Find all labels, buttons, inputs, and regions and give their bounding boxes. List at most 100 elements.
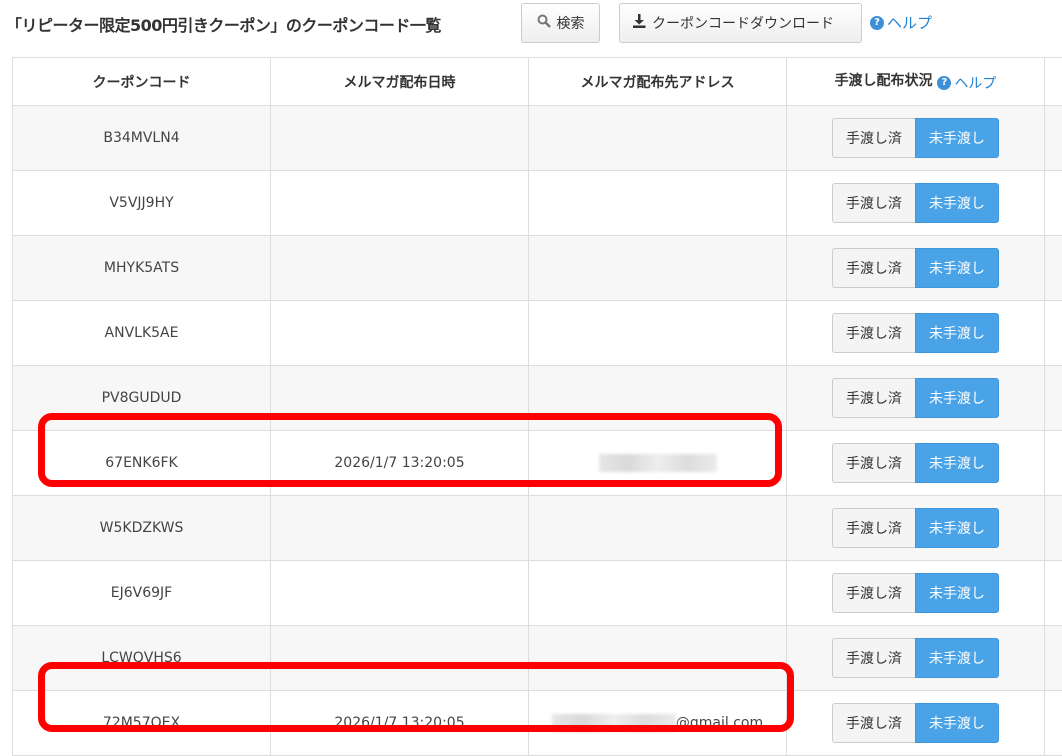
handover-status-cell: 手渡し済未手渡し bbox=[787, 106, 1045, 171]
mail-address-cell bbox=[529, 236, 787, 301]
handed-over-button[interactable]: 手渡し済 bbox=[832, 508, 915, 548]
handover-status-cell: 手渡し済未手渡し bbox=[787, 496, 1045, 561]
mail-address-cell bbox=[529, 106, 787, 171]
handed-over-button[interactable]: 手渡し済 bbox=[832, 313, 915, 353]
not-handed-over-button[interactable]: 未手渡し bbox=[915, 378, 999, 418]
table-row: 72M57QEX2026/1/7 13:20:05@gmail.com 手渡し済未… bbox=[13, 691, 1062, 756]
download-button-label: クーポンコードダウンロード bbox=[652, 13, 834, 33]
coupon-code-cell: LCWQVHS6 bbox=[13, 626, 271, 691]
mail-date-cell bbox=[271, 236, 529, 301]
handed-over-button[interactable]: 手渡し済 bbox=[832, 703, 915, 743]
handed-over-button[interactable]: 手渡し済 bbox=[832, 638, 915, 678]
table-row: 67ENK6FK2026/1/7 13:20:05手渡し済未手渡し bbox=[13, 431, 1062, 496]
handover-status-cell: 手渡し済未手渡し bbox=[787, 366, 1045, 431]
mail-date-cell: 2026/1/7 13:20:05 bbox=[271, 691, 529, 756]
extra-cell bbox=[1045, 431, 1062, 496]
coupon-table: クーポンコード メルマガ配布日時 メルマガ配布先アドレス 手渡し配布状況 ? ヘ… bbox=[12, 57, 1062, 756]
handover-status-cell: 手渡し済未手渡し bbox=[787, 301, 1045, 366]
column-header-code: クーポンコード bbox=[13, 58, 271, 106]
coupon-code-cell: MHYK5ATS bbox=[13, 236, 271, 301]
extra-cell bbox=[1045, 691, 1062, 756]
mail-date-cell bbox=[271, 561, 529, 626]
column-header-extra bbox=[1045, 58, 1062, 106]
coupon-code-cell: PV8GUDUD bbox=[13, 366, 271, 431]
extra-cell bbox=[1045, 106, 1062, 171]
table-header-row: クーポンコード メルマガ配布日時 メルマガ配布先アドレス 手渡し配布状況 ? ヘ… bbox=[13, 58, 1062, 106]
handover-status-cell: 手渡し済未手渡し bbox=[787, 561, 1045, 626]
table-row: MHYK5ATS 手渡し済未手渡し bbox=[13, 236, 1062, 301]
status-help-link[interactable]: ? ヘルプ bbox=[937, 73, 996, 93]
handover-toggle: 手渡し済未手渡し bbox=[832, 703, 999, 743]
handover-toggle: 手渡し済未手渡し bbox=[832, 573, 999, 613]
mail-address-cell bbox=[529, 171, 787, 236]
table-row: B34MVLN4 手渡し済未手渡し bbox=[13, 106, 1062, 171]
handover-toggle: 手渡し済未手渡し bbox=[832, 378, 999, 418]
download-button[interactable]: クーポンコードダウンロード bbox=[619, 3, 862, 43]
not-handed-over-button[interactable]: 未手渡し bbox=[915, 248, 999, 288]
table-row: PV8GUDUD 手渡し済未手渡し bbox=[13, 366, 1062, 431]
mail-date-cell bbox=[271, 496, 529, 561]
not-handed-over-button[interactable]: 未手渡し bbox=[915, 703, 999, 743]
table-row: EJ6V69JF 手渡し済未手渡し bbox=[13, 561, 1062, 626]
not-handed-over-button[interactable]: 未手渡し bbox=[915, 118, 999, 158]
not-handed-over-button[interactable]: 未手渡し bbox=[915, 573, 999, 613]
handover-status-cell: 手渡し済未手渡し bbox=[787, 691, 1045, 756]
table-row: ANVLK5AE 手渡し済未手渡し bbox=[13, 301, 1062, 366]
search-icon bbox=[537, 14, 551, 32]
handed-over-button[interactable]: 手渡し済 bbox=[832, 248, 915, 288]
mail-date-cell bbox=[271, 626, 529, 691]
handover-status-cell: 手渡し済未手渡し bbox=[787, 431, 1045, 496]
mail-address-cell bbox=[529, 496, 787, 561]
mail-address-cell: @gmail.com bbox=[529, 691, 787, 756]
coupon-code-cell: EJ6V69JF bbox=[13, 561, 271, 626]
not-handed-over-button[interactable]: 未手渡し bbox=[915, 183, 999, 223]
page-header: 「リピーター限定500円引きクーポン」のクーポンコード一覧 検索 クーポンコード… bbox=[0, 0, 1062, 56]
column-header-date: メルマガ配布日時 bbox=[271, 58, 529, 106]
column-header-email: メルマガ配布先アドレス bbox=[529, 58, 787, 106]
search-button-label: 検索 bbox=[557, 13, 585, 33]
help-link-label: ヘルプ bbox=[887, 12, 932, 33]
mail-address-cell bbox=[529, 366, 787, 431]
coupon-code-cell: ANVLK5AE bbox=[13, 301, 271, 366]
help-circle-icon: ? bbox=[937, 76, 951, 90]
handover-toggle: 手渡し済未手渡し bbox=[832, 508, 999, 548]
handover-status-cell: 手渡し済未手渡し bbox=[787, 171, 1045, 236]
handover-toggle: 手渡し済未手渡し bbox=[832, 183, 999, 223]
handover-toggle: 手渡し済未手渡し bbox=[832, 443, 999, 483]
not-handed-over-button[interactable]: 未手渡し bbox=[915, 638, 999, 678]
handed-over-button[interactable]: 手渡し済 bbox=[832, 573, 915, 613]
handed-over-button[interactable]: 手渡し済 bbox=[832, 118, 915, 158]
coupon-code-cell: B34MVLN4 bbox=[13, 106, 271, 171]
not-handed-over-button[interactable]: 未手渡し bbox=[915, 443, 999, 483]
handed-over-button[interactable]: 手渡し済 bbox=[832, 443, 915, 483]
handover-toggle: 手渡し済未手渡し bbox=[832, 118, 999, 158]
handover-status-cell: 手渡し済未手渡し bbox=[787, 236, 1045, 301]
not-handed-over-button[interactable]: 未手渡し bbox=[915, 313, 999, 353]
help-link[interactable]: ? ヘルプ bbox=[870, 12, 932, 33]
column-header-status-label: 手渡し配布状況 bbox=[835, 73, 933, 89]
mail-address-cell bbox=[529, 561, 787, 626]
coupon-code-cell: W5KDZKWS bbox=[13, 496, 271, 561]
handed-over-button[interactable]: 手渡し済 bbox=[832, 378, 915, 418]
not-handed-over-button[interactable]: 未手渡し bbox=[915, 508, 999, 548]
redacted-email bbox=[599, 454, 717, 472]
extra-cell bbox=[1045, 171, 1062, 236]
mail-date-cell bbox=[271, 301, 529, 366]
mail-address-cell bbox=[529, 626, 787, 691]
extra-cell bbox=[1045, 626, 1062, 691]
help-circle-icon: ? bbox=[870, 16, 884, 30]
mail-address-cell bbox=[529, 301, 787, 366]
column-header-status: 手渡し配布状況 ? ヘルプ bbox=[787, 58, 1045, 106]
page-title: 「リピーター限定500円引きクーポン」のクーポンコード一覧 bbox=[6, 12, 441, 36]
table-row: W5KDZKWS 手渡し済未手渡し bbox=[13, 496, 1062, 561]
handover-toggle: 手渡し済未手渡し bbox=[832, 313, 999, 353]
handed-over-button[interactable]: 手渡し済 bbox=[832, 183, 915, 223]
coupon-code-cell: 72M57QEX bbox=[13, 691, 271, 756]
table-row: V5VJJ9HY手渡し済未手渡し bbox=[13, 171, 1062, 236]
redacted-email bbox=[552, 714, 676, 732]
search-button[interactable]: 検索 bbox=[521, 3, 600, 43]
extra-cell bbox=[1045, 236, 1062, 301]
extra-cell bbox=[1045, 561, 1062, 626]
mail-date-cell bbox=[271, 171, 529, 236]
extra-cell bbox=[1045, 301, 1062, 366]
